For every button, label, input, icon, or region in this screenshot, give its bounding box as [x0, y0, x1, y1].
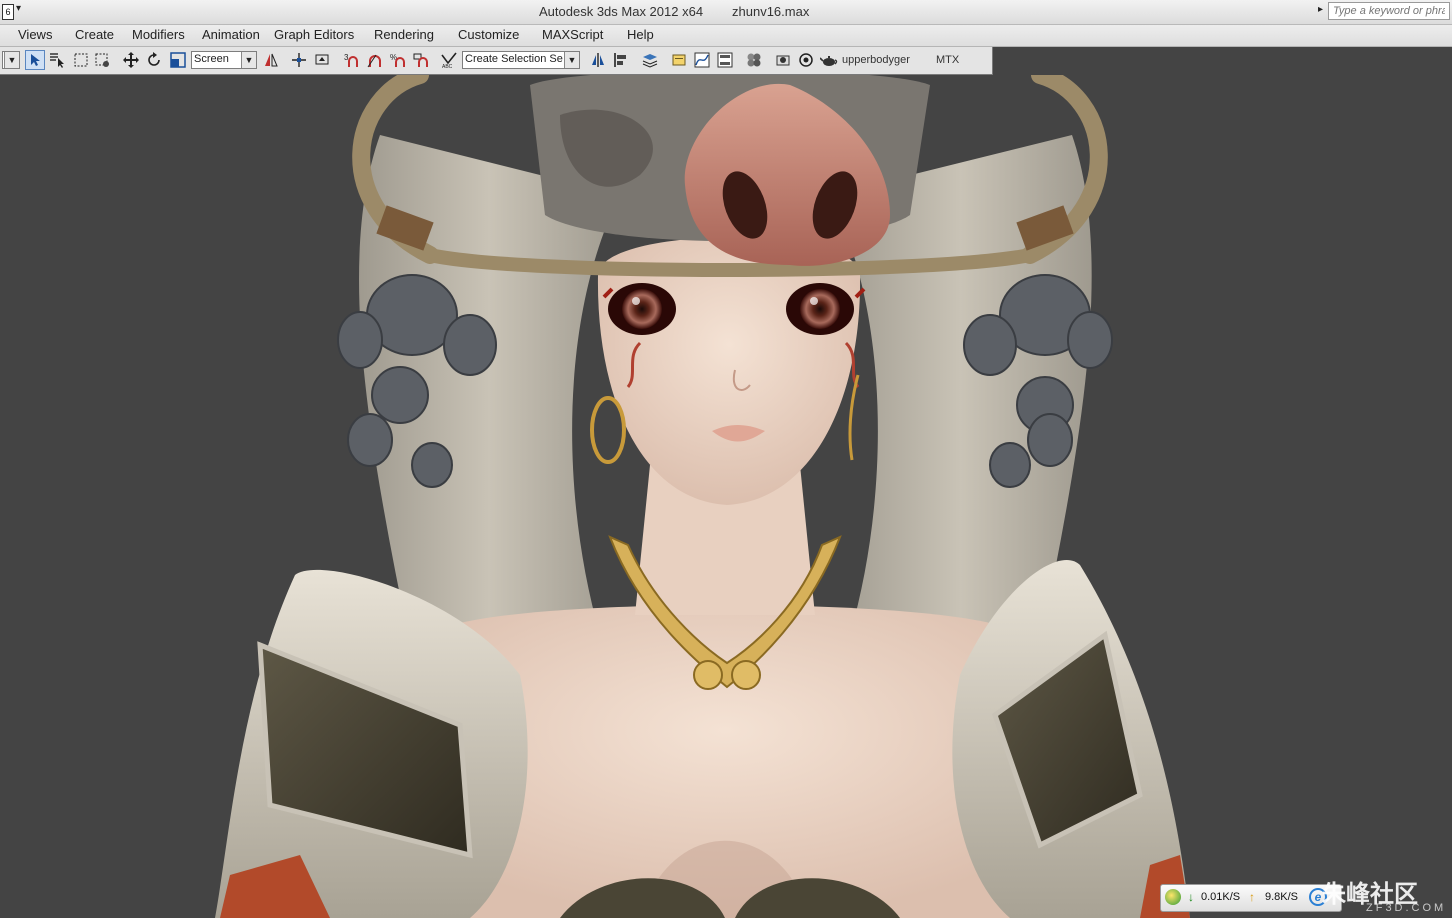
network-monitor-widget[interactable]: ↓ 0.01K/S ↑ 9.8K/S e: [1160, 884, 1342, 912]
named-object-label[interactable]: upperbodyger: [842, 54, 910, 66]
teapot-icon[interactable]: [820, 51, 838, 69]
menu-maxscript[interactable]: MAXScript: [542, 27, 603, 42]
menu-rendering[interactable]: Rendering: [374, 27, 434, 42]
percent-snap-icon[interactable]: %: [389, 51, 407, 69]
select-icon[interactable]: [25, 50, 45, 70]
title-bar: 6 ▾ Autodesk 3ds Max 2012 x64 zhunv16.ma…: [0, 0, 1452, 25]
schematic-icon[interactable]: [716, 51, 734, 69]
render-frame-icon[interactable]: [797, 51, 815, 69]
menu-animation[interactable]: Animation: [202, 27, 260, 42]
angle-snap-icon[interactable]: [366, 51, 384, 69]
download-speed: 0.01K/S: [1201, 891, 1241, 903]
search-input[interactable]: [1328, 2, 1450, 20]
scale-icon[interactable]: [169, 51, 187, 69]
mirror-tool-icon[interactable]: [589, 51, 607, 69]
mtx-label[interactable]: MTX: [936, 54, 959, 66]
manipulate-icon[interactable]: [313, 51, 331, 69]
layer-icon[interactable]: [641, 51, 659, 69]
reference-coord-dropdown[interactable]: Screen ▼: [191, 51, 257, 69]
menu-create[interactable]: Create: [75, 27, 114, 42]
material-editor-icon[interactable]: [745, 51, 763, 69]
named-selection-dropdown[interactable]: Create Selection Se ▼: [462, 51, 580, 69]
menu-customize[interactable]: Customize: [458, 27, 519, 42]
perspective-viewport[interactable]: [0, 75, 1452, 918]
snap-icon[interactable]: 3: [343, 51, 361, 69]
file-title: zhunv16.max: [732, 4, 810, 19]
app-title: Autodesk 3ds Max 2012 x64: [539, 4, 704, 19]
align-icon[interactable]: [612, 51, 630, 69]
rect-region-icon[interactable]: [72, 51, 90, 69]
svg-text:ABC: ABC: [442, 64, 453, 69]
watermark-domain: ZF3D.COM: [1366, 902, 1447, 914]
menu-help[interactable]: Help: [627, 27, 654, 42]
menu-views[interactable]: Views: [18, 27, 52, 42]
search-expand-icon[interactable]: ▸: [1318, 4, 1323, 15]
move-icon[interactable]: [122, 51, 140, 69]
spinner-snap-icon[interactable]: [412, 51, 430, 69]
scene-explorer-icon[interactable]: [670, 51, 688, 69]
menu-modifiers[interactable]: Modifiers: [132, 27, 185, 42]
named-selection-value: Create Selection Se: [465, 53, 563, 65]
quick-access-dropdown-icon[interactable]: ▾: [16, 3, 21, 14]
main-toolbar: ▼ Screen ▼ 3 % ABC Create Selection Se ▼ u…: [0, 47, 993, 75]
pivot-icon[interactable]: [290, 51, 308, 69]
rotate-icon[interactable]: [145, 51, 163, 69]
network-globe-icon: [1165, 889, 1181, 905]
upload-arrow-icon: ↑: [1249, 890, 1255, 904]
upload-speed: 9.8K/S: [1265, 891, 1299, 903]
menu-graph-editors[interactable]: Graph Editors: [274, 27, 354, 42]
reference-coord-value: Screen: [194, 53, 229, 65]
curve-editor-icon[interactable]: [693, 51, 711, 69]
edit-named-selection-icon[interactable]: ABC: [440, 51, 458, 69]
menu-bar: Views Create Modifiers Animation Graph E…: [0, 25, 1452, 47]
selection-filter-dropdown[interactable]: ▼: [2, 51, 20, 69]
mirror-icon[interactable]: [262, 51, 280, 69]
select-by-name-icon[interactable]: [48, 51, 66, 69]
app-icon[interactable]: 6: [2, 4, 14, 20]
render-setup-icon[interactable]: [774, 51, 792, 69]
download-arrow-icon: ↓: [1188, 890, 1194, 904]
character-render: [215, 75, 1190, 918]
window-crossing-icon[interactable]: [93, 51, 111, 69]
